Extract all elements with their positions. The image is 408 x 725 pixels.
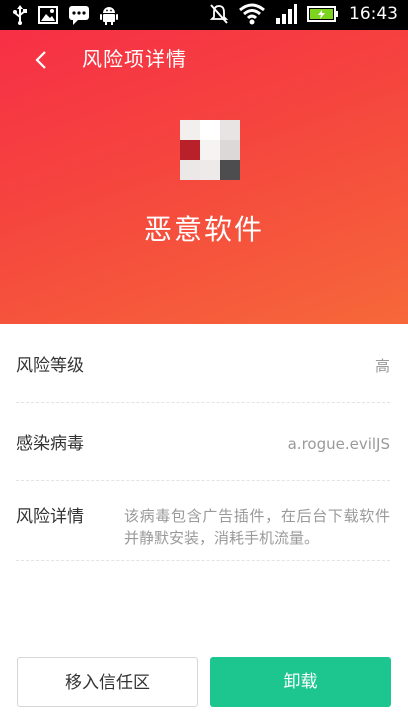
signal-icon [275, 3, 297, 25]
virus-row: 感染病毒 a.rogue.evilJS [16, 432, 390, 456]
system-indicators: 16:43 [209, 3, 398, 25]
page-title: 风险项详情 [82, 47, 187, 71]
message-icon [68, 5, 90, 25]
usb-icon [12, 5, 28, 25]
chevron-left-icon[interactable] [30, 48, 54, 72]
android-icon [100, 5, 118, 25]
risk-level-value: 高 [374, 357, 390, 375]
risk-detail-row: 风险详情 该病毒包含广告插件，在后台下载软件并静默安装，消耗手机流量。 [16, 505, 390, 549]
clock: 16:43 [349, 4, 398, 24]
risk-level-label: 风险等级 [16, 356, 84, 376]
mosaic-app-icon [180, 120, 240, 180]
virus-label: 感染病毒 [16, 434, 84, 454]
status-bar: 16:43 [0, 0, 408, 30]
image-icon [38, 6, 58, 24]
header: 风险项详情 恶意软件 [0, 30, 408, 324]
app-name: 恶意软件 [143, 213, 264, 246]
divider [16, 402, 390, 403]
mute-icon [209, 3, 229, 25]
risk-detail-label: 风险详情 [16, 507, 84, 527]
notification-icons [12, 5, 118, 25]
move-to-trust-button[interactable]: 移入信任区 [17, 657, 198, 707]
uninstall-button[interactable]: 卸载 [210, 657, 391, 707]
divider [16, 480, 390, 481]
wifi-icon [239, 3, 265, 25]
divider [16, 560, 390, 561]
virus-value: a.rogue.evilJS [287, 435, 390, 453]
risk-level-row: 风险等级 高 [16, 354, 390, 378]
risk-detail-screen: 16:43 风险项详情 恶意软件 风险等级 高 感染病毒 a.rogue.evi… [0, 0, 408, 725]
risk-detail-value: 该病毒包含广告插件，在后台下载软件并静默安装，消耗手机流量。 [124, 507, 390, 547]
battery-icon [307, 5, 339, 23]
